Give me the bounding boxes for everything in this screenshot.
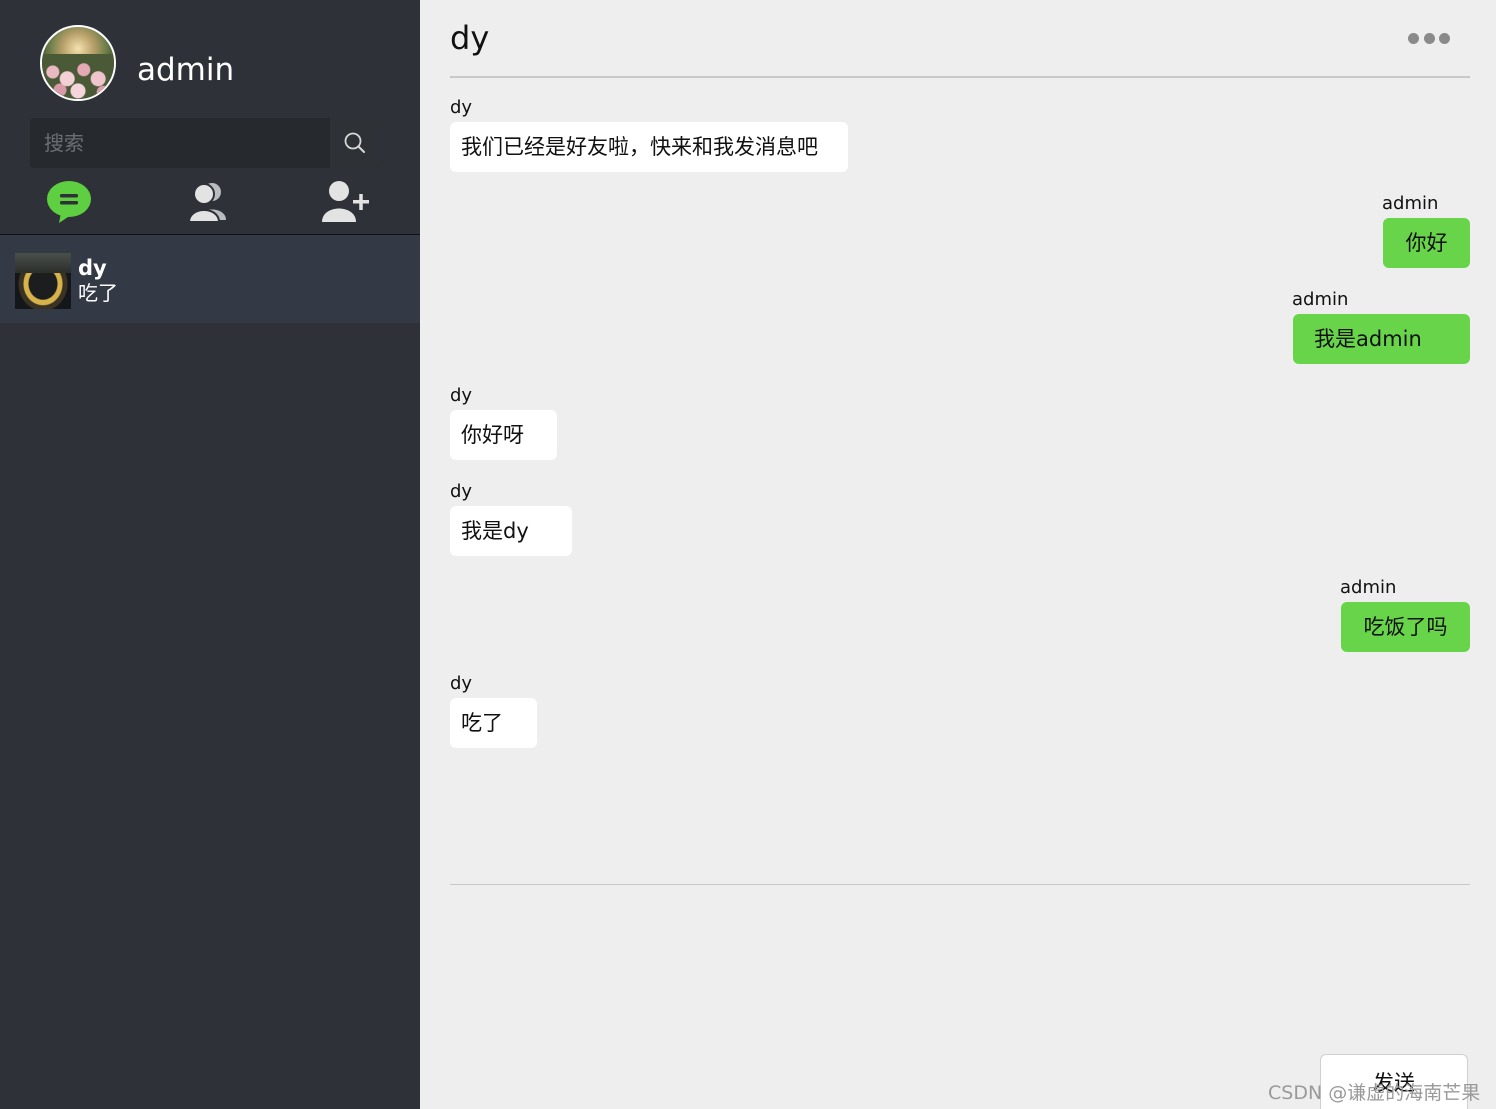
contacts-icon [188, 183, 226, 223]
message-bubble: 你好 [1383, 218, 1470, 268]
profile-avatar[interactable] [40, 25, 116, 101]
message: dy 吃了 [450, 673, 537, 748]
chat-icon [47, 181, 91, 223]
message-bubble: 我们已经是好友啦，快来和我发消息吧 [450, 122, 848, 172]
message-sender: dy [450, 481, 473, 502]
search-input[interactable] [30, 118, 330, 168]
message-sender: admin [1292, 289, 1349, 310]
sidebar: admin 搜索 dy 吃了 [0, 0, 420, 1109]
message-bubble: 我是admin [1293, 314, 1470, 364]
message-sender: dy [450, 673, 473, 694]
chat-header: dy [450, 0, 1470, 78]
search-icon [344, 132, 365, 153]
add-friend-icon [322, 181, 369, 222]
tab-add-friend[interactable] [318, 176, 374, 228]
message: dy 你好呀 [450, 385, 557, 460]
message-sender: admin [1382, 193, 1439, 214]
conversation-list: dy 吃了 [0, 235, 420, 323]
send-button[interactable]: 发送 [1320, 1054, 1468, 1109]
message-bubble: 我是dy [450, 506, 572, 556]
search-button[interactable] [330, 118, 380, 168]
message-bubble: 吃饭了吗 [1341, 602, 1470, 652]
message-sender: dy [450, 385, 473, 406]
message-bubble: 吃了 [450, 698, 537, 748]
nav-tabs [0, 170, 420, 235]
chat-title: dy [450, 19, 490, 57]
message: dy 我们已经是好友啦，快来和我发消息吧 [450, 97, 848, 172]
more-icon [1408, 32, 1419, 44]
contact-avatar [15, 253, 71, 309]
profile-username: admin [137, 52, 235, 88]
tab-contacts[interactable] [180, 176, 236, 228]
conversation-item[interactable]: dy 吃了 [0, 235, 420, 323]
more-options-button[interactable] [1408, 30, 1450, 46]
search-box [30, 118, 380, 168]
message-sender: admin [1340, 577, 1397, 598]
conversation-last-message: 吃了 [78, 281, 118, 305]
conversation-name: dy [78, 256, 107, 280]
message-input[interactable] [450, 890, 1474, 1044]
message-bubble: 你好呀 [450, 410, 557, 460]
tab-chats[interactable] [41, 176, 97, 228]
compose-divider [450, 884, 1470, 885]
message-sender: dy [450, 97, 473, 118]
message: dy 我是dy [450, 481, 572, 556]
